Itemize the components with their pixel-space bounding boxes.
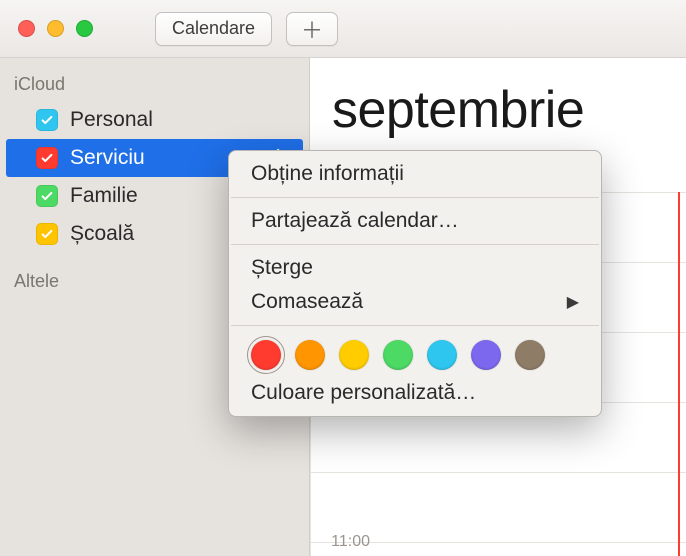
chevron-right-icon: ▶ [567,292,579,312]
menu-item-label: Șterge [251,256,313,280]
menu-share-calendar[interactable]: Partajează calendar… [229,204,601,238]
plus-icon: ＋ [301,13,323,45]
color-swatch-row [229,332,601,376]
context-menu: Obține informații Partajează calendar… Ș… [228,150,602,417]
color-swatch-orange[interactable] [295,340,325,370]
add-button[interactable]: ＋ [286,12,338,46]
app-window: Calendare ＋ iCloud Personal Servici [0,0,686,556]
color-swatch-yellow[interactable] [339,340,369,370]
menu-separator [231,197,599,198]
calendar-label: Personal [70,108,153,132]
menu-separator [231,325,599,326]
color-swatch-green[interactable] [383,340,413,370]
zoom-icon[interactable] [76,20,93,37]
checkbox-icon[interactable] [36,109,58,131]
window-controls [18,20,93,37]
time-label: 11:00 [310,533,380,551]
titlebar: Calendare ＋ [0,0,686,58]
calendar-label: Familie [70,184,138,208]
calendars-button-label: Calendare [172,18,255,39]
calendar-item-personal[interactable]: Personal [0,101,309,139]
calendar-label: Serviciu [70,146,145,170]
current-time-indicator [678,192,680,556]
grid-line [310,472,686,473]
calendars-button[interactable]: Calendare [155,12,272,46]
minimize-icon[interactable] [47,20,64,37]
menu-item-label: Comasează [251,290,363,314]
menu-custom-color[interactable]: Culoare personalizată… [229,376,601,410]
sidebar-group-icloud: iCloud [0,70,309,101]
menu-delete[interactable]: Șterge [229,251,601,285]
color-swatch-red[interactable] [251,340,281,370]
checkbox-icon[interactable] [36,185,58,207]
color-swatch-purple[interactable] [471,340,501,370]
menu-get-info[interactable]: Obține informații [229,157,601,191]
checkbox-icon[interactable] [36,223,58,245]
color-swatch-blue[interactable] [427,340,457,370]
checkbox-icon[interactable] [36,147,58,169]
calendar-label: Școală [70,222,134,246]
color-swatch-brown[interactable] [515,340,545,370]
menu-item-label: Partajează calendar… [251,209,459,233]
menu-separator [231,244,599,245]
menu-merge[interactable]: Comasează ▶ [229,285,601,319]
menu-item-label: Culoare personalizată… [251,381,476,405]
month-title: septembrie [310,58,686,140]
close-icon[interactable] [18,20,35,37]
menu-item-label: Obține informații [251,162,404,186]
